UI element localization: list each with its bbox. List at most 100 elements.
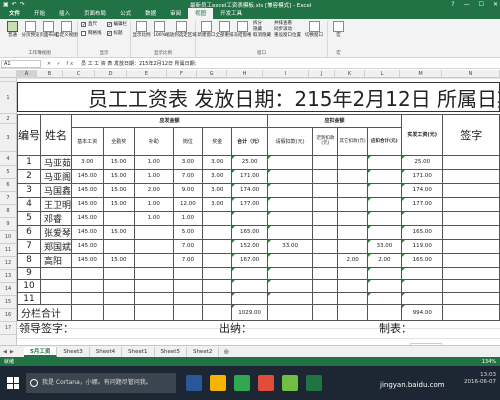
cell-position[interactable]: 5.00 bbox=[172, 224, 204, 240]
column-header[interactable]: F bbox=[167, 70, 197, 78]
cell-name[interactable]: 郑国斌 bbox=[39, 238, 73, 254]
cell-subsidy[interactable] bbox=[133, 252, 174, 268]
cell-subsidy[interactable] bbox=[133, 279, 174, 293]
cell-name[interactable]: 马国鑫 bbox=[39, 182, 73, 198]
cell-late[interactable] bbox=[312, 182, 339, 198]
cell-name[interactable]: 邓睿 bbox=[39, 210, 73, 226]
cell-late[interactable] bbox=[312, 196, 339, 212]
cell-full-attendance[interactable] bbox=[102, 279, 135, 293]
header-deduct-group[interactable]: 应扣金额 bbox=[266, 114, 402, 128]
cell-total[interactable]: 25.00 bbox=[231, 154, 268, 170]
cell-position[interactable] bbox=[172, 266, 204, 281]
cell-signature[interactable] bbox=[442, 210, 500, 226]
cortana-search-box[interactable]: 我是 Cortana，小娜。有问题尽管问我。 bbox=[26, 373, 176, 393]
new-window-button[interactable]: 新建窗口 bbox=[198, 21, 216, 38]
sheet-tab[interactable]: Sheet1 bbox=[122, 346, 155, 357]
cell-deduct-total[interactable] bbox=[366, 196, 402, 212]
cell-late[interactable] bbox=[312, 252, 339, 268]
column-header[interactable]: L bbox=[365, 70, 400, 78]
zoom-level[interactable]: 134% bbox=[482, 359, 496, 365]
cell-net[interactable]: 171.00 bbox=[400, 168, 444, 184]
sheet-title-cell[interactable]: 员工工资表 发放日期：215年2月12日 所属日期 bbox=[17, 82, 500, 112]
totals-cell[interactable] bbox=[366, 304, 402, 322]
cell-full-attendance[interactable]: 15.00 bbox=[102, 182, 135, 198]
cell-leave[interactable] bbox=[266, 279, 314, 293]
sheet-nav-arrows-icon[interactable]: ◀▶ bbox=[0, 349, 24, 355]
cell-subsidy[interactable]: 1.00 bbox=[133, 210, 174, 226]
cell-total[interactable] bbox=[231, 279, 268, 293]
cell-full-attendance[interactable]: 15.00 bbox=[102, 252, 135, 268]
cell-net[interactable]: 165.00 bbox=[400, 224, 444, 240]
cell-other[interactable] bbox=[337, 210, 368, 226]
cell-signature[interactable] bbox=[442, 252, 500, 268]
reset-window-button[interactable]: 重设窗口位置 bbox=[274, 33, 301, 39]
totals-cell[interactable] bbox=[71, 304, 104, 322]
cell-net[interactable]: 165.00 bbox=[400, 252, 444, 268]
cell-total[interactable] bbox=[231, 266, 268, 281]
header-leave[interactable]: 请假扣款(元) bbox=[266, 126, 314, 156]
totals-cell[interactable] bbox=[337, 304, 368, 322]
cell-other[interactable] bbox=[337, 238, 368, 254]
cell-deduct-total[interactable]: 2.00 bbox=[366, 252, 402, 268]
row-header[interactable]: 11 bbox=[0, 244, 16, 257]
fx-icon[interactable]: ✕ ✓ fx bbox=[41, 61, 81, 67]
cell-name[interactable] bbox=[39, 266, 73, 281]
cell-signature[interactable] bbox=[442, 224, 500, 240]
cell-deduct-total[interactable] bbox=[366, 291, 402, 306]
cell-subsidy[interactable]: 1.00 bbox=[133, 196, 174, 212]
cell-total[interactable]: 167.00 bbox=[231, 252, 268, 268]
page-break-preview-button[interactable]: 分页预览 bbox=[22, 21, 40, 38]
cell-net[interactable] bbox=[400, 266, 444, 281]
cell-base[interactable] bbox=[71, 279, 104, 293]
cell-deduct-total[interactable] bbox=[366, 168, 402, 184]
cell-deduct-total[interactable] bbox=[366, 224, 402, 240]
cell-no[interactable]: 5 bbox=[17, 210, 41, 226]
row-header[interactable]: 7 bbox=[0, 192, 16, 205]
totals-total[interactable]: 1029.00 bbox=[231, 304, 268, 322]
cell-late[interactable] bbox=[312, 210, 339, 226]
tab-developer[interactable]: 开发工具 bbox=[213, 8, 249, 19]
header-base[interactable]: 基本工资 bbox=[71, 126, 104, 156]
totals-cell[interactable] bbox=[102, 304, 135, 322]
clock-time[interactable]: 13:03 bbox=[464, 372, 496, 379]
cell-position[interactable]: 7.00 bbox=[172, 238, 204, 254]
header-total[interactable]: 合计（元） bbox=[231, 126, 268, 156]
cell-position[interactable]: 1.00 bbox=[172, 210, 204, 226]
cell-subsidy[interactable]: 1.00 bbox=[133, 154, 174, 170]
cell-full-attendance[interactable] bbox=[102, 210, 135, 226]
undo-icon[interactable]: ↶ bbox=[12, 1, 17, 8]
taskbar-app-icon[interactable] bbox=[258, 375, 274, 391]
cell-subsidy[interactable] bbox=[133, 266, 174, 281]
cell-net[interactable]: 25.00 bbox=[400, 154, 444, 170]
cell-name[interactable]: 马亚茹 bbox=[39, 154, 73, 170]
cell-name[interactable]: 张爱琴 bbox=[39, 224, 73, 240]
cell-no[interactable]: 8 bbox=[17, 252, 41, 268]
column-header[interactable]: I bbox=[263, 70, 309, 78]
cell-signature[interactable] bbox=[442, 266, 500, 281]
cell-position[interactable]: 7.00 bbox=[172, 252, 204, 268]
cell-no[interactable]: 2 bbox=[17, 168, 41, 184]
cell-leave[interactable] bbox=[266, 252, 314, 268]
cell-bonus[interactable] bbox=[202, 291, 233, 306]
cell-net[interactable]: 174.00 bbox=[400, 182, 444, 198]
cell-signature[interactable] bbox=[442, 238, 500, 254]
name-box[interactable]: A1 bbox=[1, 59, 41, 68]
cell-subsidy[interactable]: 1.00 bbox=[133, 168, 174, 184]
cell-bonus[interactable] bbox=[202, 238, 233, 254]
gridlines-checkbox[interactable]: 网格线 bbox=[81, 30, 102, 36]
cell-bonus[interactable]: 3.00 bbox=[202, 196, 233, 212]
cell-signature[interactable] bbox=[442, 196, 500, 212]
cell-other[interactable] bbox=[337, 291, 368, 306]
row-header[interactable]: 4 bbox=[0, 152, 16, 166]
cell-no[interactable]: 6 bbox=[17, 224, 41, 240]
cell-late[interactable] bbox=[312, 266, 339, 281]
cell-late[interactable] bbox=[312, 291, 339, 306]
cell-base[interactable]: 145.00 bbox=[71, 182, 104, 198]
totals-cell[interactable] bbox=[202, 304, 233, 322]
tab-page-layout[interactable]: 页面布局 bbox=[77, 8, 113, 19]
normal-view-button[interactable]: 普通 bbox=[5, 21, 20, 38]
cell-name[interactable] bbox=[39, 291, 73, 306]
cell-net[interactable]: 177.00 bbox=[400, 196, 444, 212]
cell-late[interactable] bbox=[312, 168, 339, 184]
maximize-icon[interactable]: ☐ bbox=[479, 1, 484, 8]
